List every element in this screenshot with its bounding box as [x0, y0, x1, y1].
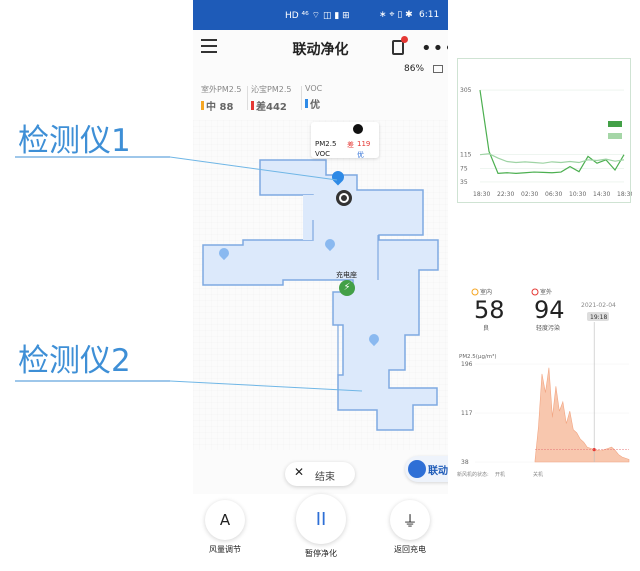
detector-line-chart: 305 115 75 35 18:30 22:30 02:30 06:30 10:30 14:30… [457, 58, 634, 203]
legend-swatch [608, 121, 622, 127]
y-tick-label: 117 [461, 410, 473, 417]
legend-swatch [608, 133, 622, 139]
stat-grade: 轻度污染 [536, 324, 560, 332]
x-tick-label: 22:30 [497, 191, 514, 198]
status-dot-icon [531, 288, 539, 296]
y-tick-label: 35 [460, 179, 468, 186]
stat-value: 58 [474, 296, 505, 324]
x-tick-label: 06:30 [545, 191, 562, 198]
y-tick-label: 196 [461, 361, 473, 368]
y-tick-label: 115 [460, 152, 472, 159]
time-badge-label: 19:18 [590, 314, 607, 321]
status-dot-icon [471, 288, 479, 296]
stat-label: 室内 [480, 288, 492, 296]
stat-label: 室外 [540, 288, 552, 296]
x-tick-label: 18:30 [617, 191, 632, 198]
y-tick-label: 38 [461, 459, 469, 466]
pm25-area [534, 367, 630, 463]
chart-date: 2021-02-04 [581, 302, 616, 309]
footer-label: 关机 [533, 471, 543, 478]
series-line-0 [479, 90, 625, 175]
footer-label: 开机 [495, 471, 505, 478]
stat-grade: 良 [483, 324, 489, 332]
y-tick-label: 305 [460, 87, 472, 94]
unit-label: PM2.5(μg/m³) [459, 353, 497, 360]
footer-label: 新风机的状态: [457, 471, 489, 478]
y-tick-label: 75 [460, 165, 468, 172]
stat-value: 94 [534, 296, 565, 324]
x-tick-label: 10:30 [569, 191, 586, 198]
x-tick-label: 18:30 [473, 191, 490, 198]
x-tick-label: 14:30 [593, 191, 610, 198]
pm25-history-chart: 室内 58 良 室外 94 轻度污染 2021-02-04 19:18 PM2.5(μg/m³)… [455, 282, 633, 482]
x-tick-label: 02:30 [521, 191, 538, 198]
